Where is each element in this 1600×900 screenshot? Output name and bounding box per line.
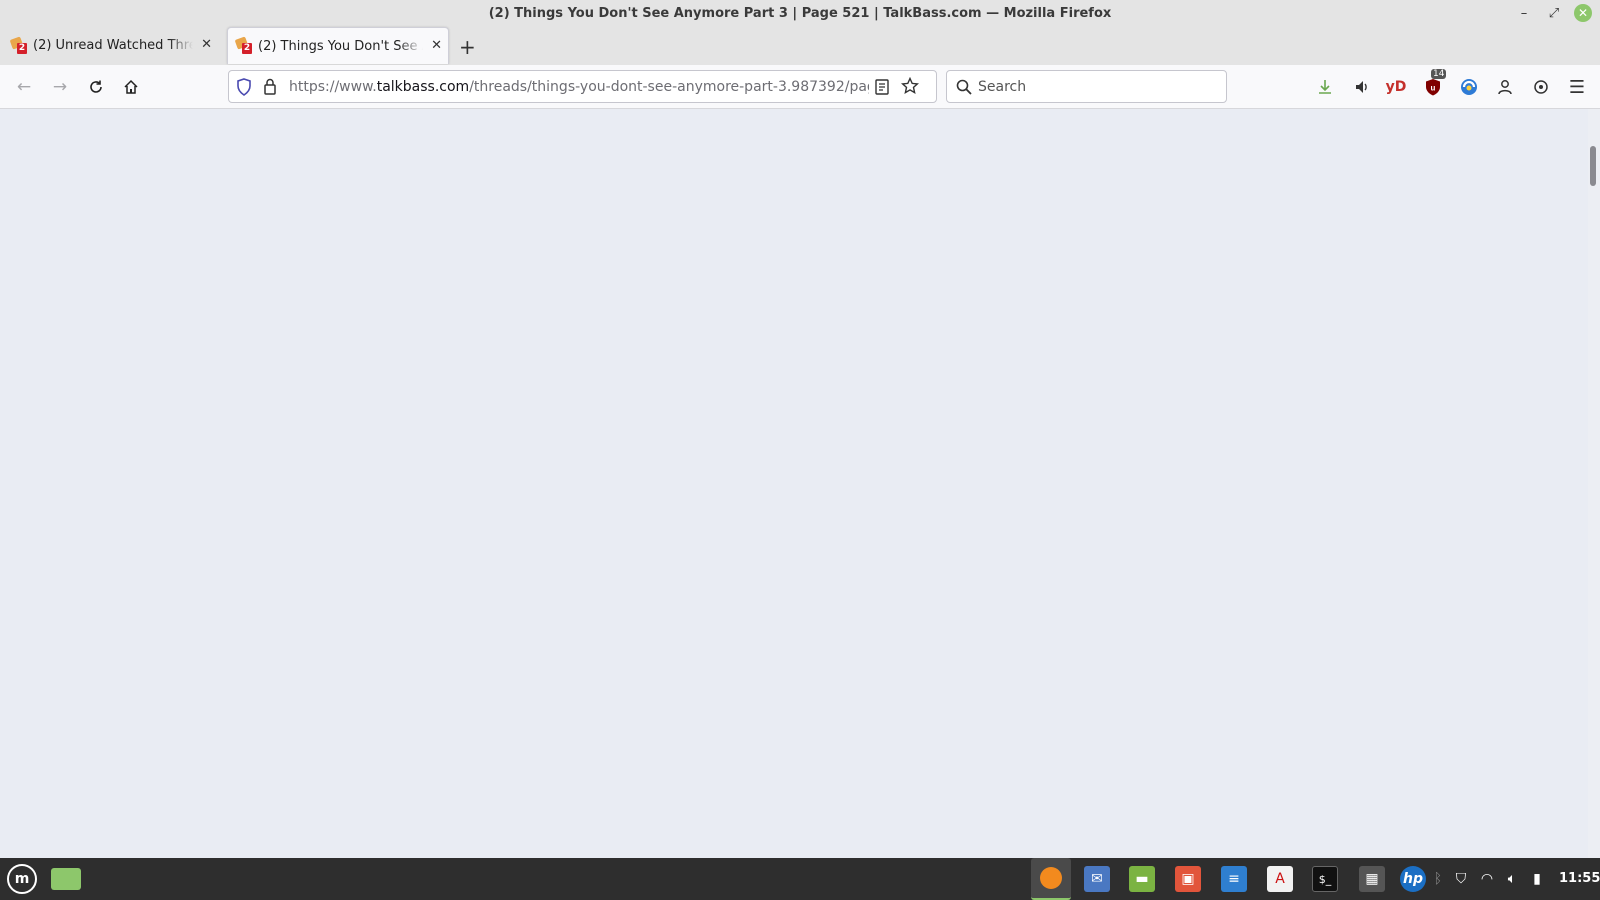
new-tab-button[interactable]: +: [459, 35, 476, 59]
youtube-downloader-extension-button[interactable]: yD: [1384, 75, 1408, 99]
extension-button[interactable]: [1457, 75, 1481, 99]
close-tab-icon[interactable]: ✕: [431, 38, 442, 53]
taskbar-pdf-button[interactable]: A: [1267, 866, 1293, 892]
reload-button[interactable]: [85, 76, 107, 98]
reader-view-icon[interactable]: [875, 79, 889, 99]
tab-unread-watched-threads[interactable]: 2 (2) Unread Watched Threads ✕: [3, 27, 218, 64]
account-icon: [1498, 80, 1512, 95]
ublock-badge: 14: [1431, 69, 1447, 79]
navigation-toolbar: ← → https://www.talkbass.com/threads/thi…: [0, 65, 1600, 109]
back-button[interactable]: ←: [13, 76, 35, 98]
url-text[interactable]: https://www.talkbass.com/threads/things-…: [289, 79, 869, 95]
talkbass-favicon-icon: 2: [9, 35, 27, 54]
taskbar-terminal-button[interactable]: $_: [1312, 866, 1338, 892]
shopping-bag-icon: ▣: [1181, 871, 1195, 887]
download-icon: [1319, 80, 1331, 94]
window-title: (2) Things You Don't See Anymore Part 3 …: [488, 6, 1112, 21]
folder-icon: ▬: [1135, 871, 1149, 887]
application-menu-button[interactable]: ☰: [1565, 75, 1589, 99]
mute-tab-button[interactable]: [1350, 75, 1374, 99]
terminal-icon: $_: [1318, 872, 1332, 886]
svg-text:u: u: [1431, 84, 1436, 93]
speaker-icon: [1356, 81, 1367, 93]
taskbar-writer-button[interactable]: ≡: [1221, 866, 1247, 892]
bluetooth-icon: ᛒ: [1433, 871, 1443, 887]
talkbass-favicon-icon: 2: [234, 36, 252, 54]
hp-printer-tray-button[interactable]: hp: [1400, 866, 1426, 892]
firefox-icon: [1040, 867, 1062, 889]
address-bar[interactable]: https://www.talkbass.com/threads/things-…: [228, 70, 937, 103]
minimize-button[interactable]: –: [1515, 4, 1533, 22]
ublock-origin-extension-button[interactable]: u 14: [1421, 69, 1447, 99]
volume-tray-button[interactable]: 🔈︎: [1503, 866, 1521, 892]
battery-icon: ▮: [1533, 871, 1541, 887]
maximize-button[interactable]: ⤢: [1545, 4, 1563, 22]
sync-button[interactable]: [1529, 75, 1553, 99]
forward-button[interactable]: →: [49, 76, 71, 98]
home-icon: [124, 79, 138, 94]
taskbar-firefox-button[interactable]: [1031, 858, 1071, 900]
tab-strip: 2 (2) Unread Watched Threads ✕ 2 (2) Thi…: [0, 27, 1600, 65]
taskbar-mail-button[interactable]: ✉: [1084, 866, 1110, 892]
system-taskbar: m ✉ ▬ ▣ ≡ A $_ ▦ hp ᛒ ⛉ ◠ 🔈︎ ▮ 11:55: [0, 858, 1600, 900]
search-bar[interactable]: Search: [946, 70, 1227, 103]
taskbar-software-manager-button[interactable]: ▣: [1175, 866, 1201, 892]
close-window-button[interactable]: ✕: [1574, 4, 1592, 22]
bluetooth-tray-button[interactable]: ᛒ: [1430, 866, 1446, 892]
tab-label: (2) Unread Watched Threads: [33, 38, 193, 53]
document-icon: ≡: [1228, 871, 1240, 887]
mint-menu-button[interactable]: m: [7, 864, 37, 894]
network-tray-button[interactable]: ◠: [1478, 866, 1496, 892]
battery-tray-button[interactable]: ▮: [1529, 866, 1545, 892]
close-tab-icon[interactable]: ✕: [201, 37, 212, 52]
tab-things-you-dont-see-anymore[interactable]: 2 (2) Things You Don't See Anymore Part …: [227, 27, 449, 64]
vertical-scrollbar[interactable]: [1588, 109, 1600, 858]
shield-icon: ⛉: [1455, 871, 1467, 887]
tracking-protection-shield-icon[interactable]: [236, 78, 252, 100]
home-button[interactable]: [120, 76, 142, 98]
reload-icon: [90, 80, 102, 93]
calculator-icon: ▦: [1365, 871, 1379, 887]
page-content-area[interactable]: [0, 109, 1588, 858]
volume-icon: 🔈︎: [1507, 871, 1517, 887]
window-titlebar: (2) Things You Don't See Anymore Part 3 …: [0, 0, 1600, 27]
downloads-button[interactable]: [1313, 75, 1337, 99]
sync-icon: [1534, 80, 1548, 94]
lock-icon[interactable]: [263, 78, 277, 99]
update-manager-tray-button[interactable]: ⛉: [1452, 866, 1470, 892]
ublock-shield-icon: u: [1426, 79, 1440, 96]
bookmark-star-icon[interactable]: [900, 76, 920, 99]
mail-icon: ✉: [1091, 871, 1103, 887]
scrollbar-thumb[interactable]: [1590, 146, 1596, 186]
tab-label: (2) Things You Don't See Anymore Part 3: [258, 38, 423, 54]
search-placeholder: Search: [978, 79, 1027, 95]
search-icon: [956, 79, 972, 99]
hp-logo-icon: hp: [1403, 871, 1423, 887]
taskbar-files-button[interactable]: ▬: [1129, 866, 1155, 892]
hamburger-menu-icon: ☰: [1568, 76, 1586, 98]
taskbar-calculator-button[interactable]: ▦: [1359, 866, 1385, 892]
browser-extension-icon: [1461, 79, 1477, 95]
taskbar-clock[interactable]: 11:55: [1559, 871, 1600, 886]
pdf-icon: A: [1275, 871, 1285, 887]
wifi-icon: ◠: [1480, 871, 1494, 887]
show-desktop-button[interactable]: [51, 868, 81, 890]
account-button[interactable]: [1493, 75, 1517, 99]
